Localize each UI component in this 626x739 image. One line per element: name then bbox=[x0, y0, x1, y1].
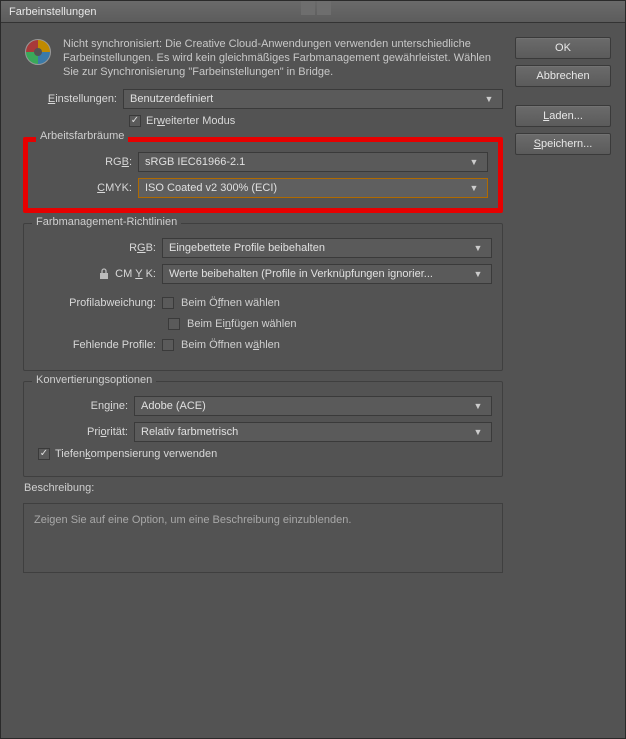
save-button[interactable]: Speichern... bbox=[515, 133, 611, 155]
mismatch-open-label: Beim Öffnen wählen bbox=[181, 297, 280, 309]
policy-cmyk-label: CMYK: bbox=[34, 268, 162, 280]
mismatch-paste-label: Beim Einfügen wählen bbox=[187, 318, 296, 330]
cmyk-profile-dropdown[interactable]: ISO Coated v2 300% (ECI) ▼ bbox=[138, 178, 488, 198]
description-text: Zeigen Sie auf eine Option, um eine Besc… bbox=[34, 514, 492, 526]
missing-open-label: Beim Öffnen wählen bbox=[181, 339, 280, 351]
chevron-down-icon: ▼ bbox=[471, 427, 485, 437]
chevron-down-icon: ▼ bbox=[467, 183, 481, 193]
engine-dropdown[interactable]: Adobe (ACE) ▼ bbox=[134, 396, 492, 416]
policy-rgb-value: Eingebettete Profile beibehalten bbox=[169, 242, 325, 254]
policy-cmyk-dropdown[interactable]: Werte beibehalten (Profile in Verknüpfun… bbox=[162, 264, 492, 284]
rgb-profile-value: sRGB IEC61966-2.1 bbox=[145, 156, 245, 168]
advanced-mode-label: Erweiterter Modus bbox=[146, 115, 235, 127]
ok-button[interactable]: OK bbox=[515, 37, 611, 59]
blackpoint-checkbox[interactable] bbox=[38, 448, 50, 460]
cancel-button[interactable]: Abbrechen bbox=[515, 65, 611, 87]
blackpoint-label: Tiefenkompensierung verwenden bbox=[55, 448, 217, 460]
chevron-down-icon: ▼ bbox=[467, 157, 481, 167]
policies-title: Farbmanagement-Richtlinien bbox=[32, 216, 181, 228]
load-button[interactable]: Laden... bbox=[515, 105, 611, 127]
policy-rgb-label: RGB: bbox=[34, 242, 162, 254]
missing-label: Fehlende Profile: bbox=[34, 339, 162, 351]
settings-label: Einstellungen: bbox=[23, 93, 123, 105]
mismatch-label: Profilabweichung: bbox=[34, 297, 162, 309]
engine-value: Adobe (ACE) bbox=[141, 400, 206, 412]
rgb-label: RGB: bbox=[38, 156, 138, 168]
missing-open-checkbox[interactable] bbox=[162, 339, 174, 351]
chevron-down-icon: ▼ bbox=[471, 243, 485, 253]
policy-cmyk-value: Werte beibehalten (Profile in Verknüpfun… bbox=[169, 268, 433, 280]
engine-label: Engine: bbox=[34, 400, 134, 412]
working-spaces-group: Arbeitsfarbräume RGB: sRGB IEC61966-2.1▼… bbox=[23, 137, 503, 213]
working-spaces-title: Arbeitsfarbräume bbox=[36, 130, 128, 142]
sync-status-icon bbox=[23, 37, 53, 67]
conversion-group: Konvertierungsoptionen Engine: Adobe (AC… bbox=[23, 381, 503, 477]
advanced-mode-checkbox[interactable] bbox=[129, 115, 141, 127]
intent-dropdown[interactable]: Relativ farbmetrisch ▼ bbox=[134, 422, 492, 442]
titlebar[interactable]: Farbeinstellungen bbox=[1, 1, 625, 23]
window-title: Farbeinstellungen bbox=[9, 6, 96, 18]
description-box: Beschreibung: Zeigen Sie auf eine Option… bbox=[23, 503, 503, 573]
settings-value: Benutzerdefiniert bbox=[130, 93, 213, 105]
mismatch-paste-checkbox[interactable] bbox=[168, 318, 180, 330]
chevron-down-icon: ▼ bbox=[471, 269, 485, 279]
policy-rgb-dropdown[interactable]: Eingebettete Profile beibehalten ▼ bbox=[162, 238, 492, 258]
policies-group: Farbmanagement-Richtlinien RGB: Eingebet… bbox=[23, 223, 503, 371]
chevron-down-icon: ▼ bbox=[471, 401, 485, 411]
description-title: Beschreibung: bbox=[24, 482, 94, 494]
intent-value: Relativ farbmetrisch bbox=[141, 426, 238, 438]
conversion-title: Konvertierungsoptionen bbox=[32, 374, 156, 386]
cmyk-label: CMYK: bbox=[38, 182, 138, 194]
cmyk-profile-value: ISO Coated v2 300% (ECI) bbox=[145, 182, 277, 194]
rgb-profile-dropdown[interactable]: sRGB IEC61966-2.1 ▼ bbox=[138, 152, 488, 172]
sync-status-text: Nicht synchronisiert: Die Creative Cloud… bbox=[63, 37, 503, 79]
intent-label: Priorität: bbox=[34, 426, 134, 438]
color-settings-dialog: Farbeinstellungen Nicht synchronisiert: … bbox=[0, 0, 626, 739]
lock-icon bbox=[98, 268, 110, 280]
mismatch-open-checkbox[interactable] bbox=[162, 297, 174, 309]
chevron-down-icon: ▼ bbox=[482, 94, 496, 104]
settings-dropdown[interactable]: Benutzerdefiniert ▼ bbox=[123, 89, 503, 109]
